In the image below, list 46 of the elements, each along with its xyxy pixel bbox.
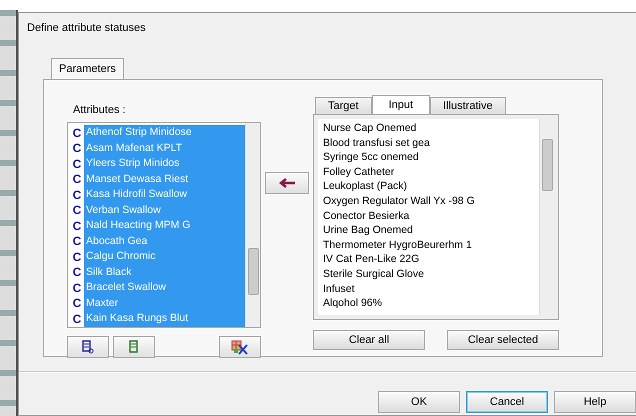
list-item[interactable]: Oxygen Regulator Wall Yx -98 G [320, 194, 539, 209]
dialog-button[interactable]: Help [554, 391, 636, 413]
class-icon: C [70, 265, 84, 280]
tool-button[interactable] [67, 336, 109, 358]
arrow-left-icon [278, 178, 296, 188]
grid-clear-icon [231, 339, 249, 355]
list-item[interactable]: Leukoplast (Pack) [320, 179, 539, 194]
list-item[interactable]: Nurse Cap Onemed [320, 121, 539, 136]
document-icon [82, 340, 94, 354]
class-icon: C [70, 156, 84, 171]
list-item[interactable]: IV Cat Pen-Like 22G [320, 252, 539, 267]
list-item[interactable]: Thermometer HygroBeurerhm 1 [320, 238, 539, 252]
move-button[interactable] [265, 172, 309, 194]
class-icon: C [70, 250, 84, 264]
class-icon: C [70, 312, 84, 326]
list-item[interactable]: Blood transfusi set gea [320, 136, 539, 150]
attributes-label: Attributes : [73, 104, 127, 116]
class-icon: C [70, 141, 84, 156]
document-icon [128, 340, 140, 354]
list-item[interactable]: Conector Besierka [320, 208, 539, 224]
tab[interactable]: Illustrative [430, 97, 506, 114]
clear-button[interactable]: Clear all [313, 330, 425, 350]
class-icon: C [70, 280, 84, 295]
class-icon: C [70, 126, 84, 140]
class-icon: C [70, 188, 84, 202]
dialog-button[interactable]: Cancel [466, 391, 548, 413]
tab[interactable]: Input [372, 95, 430, 114]
dialog-button[interactable]: OK [378, 391, 460, 413]
scrollbar[interactable] [245, 123, 260, 327]
class-icon: C [70, 296, 84, 310]
class-icon: C [70, 234, 84, 248]
class-icon: C [70, 218, 84, 233]
tab[interactable]: Target [315, 97, 372, 114]
tool-button[interactable] [219, 336, 261, 358]
window-title: Define attribute statuses [26, 21, 147, 36]
class-icon: C [70, 172, 84, 186]
list-item[interactable]: Sterile Surgical Glove [320, 266, 539, 282]
list-item[interactable]: Alqohol 96% [320, 296, 539, 311]
list-item[interactable]: Infuset [320, 282, 539, 296]
class-icon: C [70, 203, 84, 218]
list-item[interactable]: Syringe 5cc onemed [320, 150, 539, 165]
clear-button[interactable]: Clear selected [447, 330, 559, 350]
tool-button[interactable] [113, 336, 155, 358]
list-item[interactable]: Urine Bag Onemed [320, 223, 539, 238]
tab[interactable]: Parameters [51, 58, 124, 79]
list-item[interactable]: Folley Catheter [320, 164, 539, 180]
